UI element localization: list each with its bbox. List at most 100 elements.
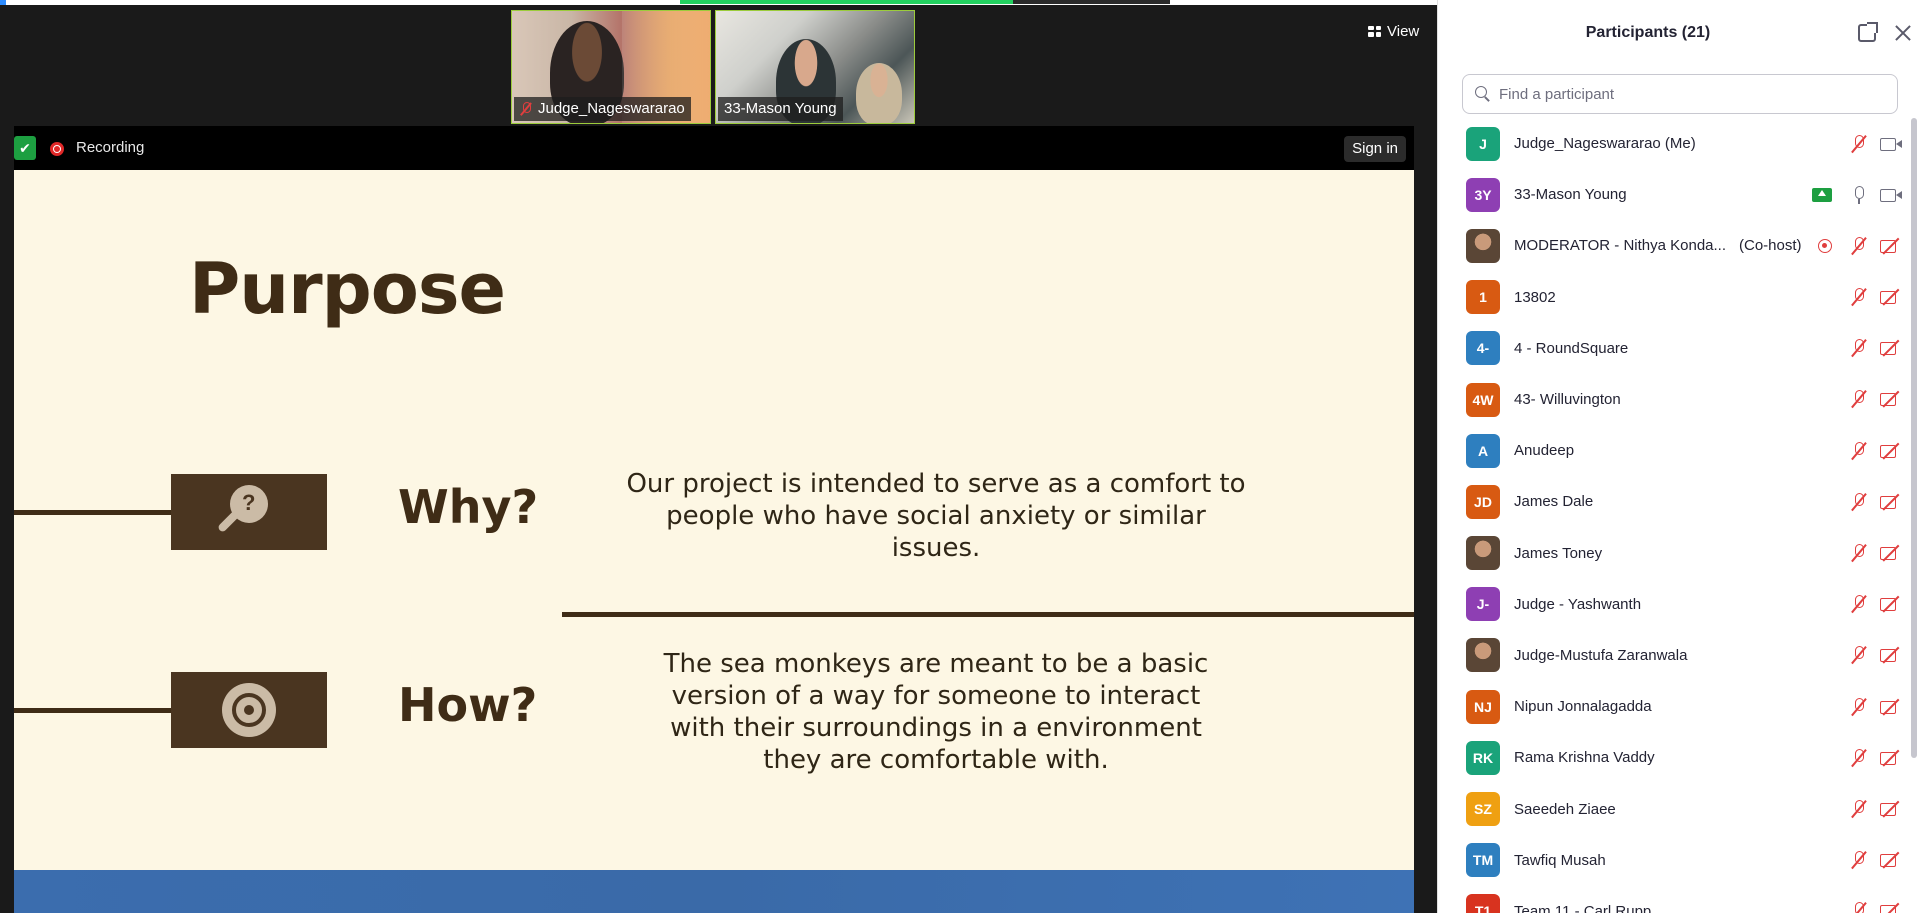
screen-share-icon xyxy=(1812,187,1832,202)
video-icon[interactable] xyxy=(1880,136,1902,152)
video-thumbnail-mason[interactable]: 33-Mason Young xyxy=(715,10,915,124)
video-off-icon[interactable] xyxy=(1880,699,1902,715)
thumbnail-name: Judge_Nageswararao xyxy=(538,100,685,117)
mic-muted-icon[interactable] xyxy=(1850,901,1868,913)
participant-row[interactable]: MODERATOR - Nithya Konda... (Co-host) xyxy=(1438,220,1908,271)
security-shield-icon[interactable]: ✔ xyxy=(14,136,36,160)
participant-status-icons xyxy=(1850,681,1902,732)
participant-name: 4 - RoundSquare xyxy=(1514,339,1629,357)
video-off-icon[interactable] xyxy=(1880,852,1902,868)
magnifier-question-icon xyxy=(216,485,276,539)
avatar: SZ xyxy=(1466,792,1500,827)
participant-row[interactable]: Judge-Mustufa Zaranwala xyxy=(1438,630,1908,681)
view-button[interactable]: View xyxy=(1360,18,1427,44)
avatar xyxy=(1466,638,1500,673)
participant-row[interactable]: 3Y 33-Mason Young xyxy=(1438,169,1908,220)
participant-row[interactable]: J Judge_Nageswararao (Me) xyxy=(1438,118,1908,169)
avatar xyxy=(1466,536,1500,571)
video-thumbnail-judge[interactable]: Judge_Nageswararao xyxy=(511,10,711,124)
participant-row[interactable]: T1 Team 11 - Carl Rupp xyxy=(1438,886,1908,913)
avatar: NJ xyxy=(1466,689,1500,724)
mic-muted-icon[interactable] xyxy=(1850,543,1868,563)
thumbnail-name-tag: 33-Mason Young xyxy=(718,97,843,121)
slide-footer-band xyxy=(14,870,1414,913)
video-off-icon[interactable] xyxy=(1880,494,1902,510)
participant-row[interactable]: TM Tawfiq Musah xyxy=(1438,835,1908,886)
video-off-icon[interactable] xyxy=(1880,647,1902,663)
participant-row[interactable]: RK Rama Krishna Vaddy xyxy=(1438,732,1908,783)
participants-title: Participants (21) xyxy=(1585,24,1711,41)
participant-status-icons xyxy=(1850,476,1902,527)
participant-row[interactable]: 1 13802 xyxy=(1438,272,1908,323)
participant-row[interactable]: SZ Saeedeh Ziaee xyxy=(1438,783,1908,834)
participant-row[interactable]: 4- 4 - RoundSquare xyxy=(1438,323,1908,374)
participant-status-icons xyxy=(1850,579,1902,630)
participant-row[interactable]: A Anudeep xyxy=(1438,425,1908,476)
pop-out-icon[interactable] xyxy=(1858,22,1878,42)
video-off-icon[interactable] xyxy=(1880,545,1902,561)
video-off-icon[interactable] xyxy=(1880,340,1902,356)
mic-muted-icon[interactable] xyxy=(1850,134,1868,154)
recording-icon xyxy=(1818,238,1832,253)
screen-share-progress xyxy=(680,0,1170,4)
participant-name: Tawfiq Musah xyxy=(1514,851,1606,869)
mic-muted-icon[interactable] xyxy=(1850,748,1868,768)
slide-title: Purpose xyxy=(189,248,506,330)
participant-status-icons xyxy=(1850,374,1902,425)
mic-muted-icon[interactable] xyxy=(1850,850,1868,870)
participant-list-scrollbar[interactable] xyxy=(1909,118,1919,913)
thumbnail-name: 33-Mason Young xyxy=(724,100,837,117)
participant-row[interactable]: JD James Dale xyxy=(1438,476,1908,527)
mic-muted-icon[interactable] xyxy=(1850,287,1868,307)
video-off-icon[interactable] xyxy=(1880,750,1902,766)
participant-status-icons xyxy=(1850,835,1902,886)
mic-muted-icon[interactable] xyxy=(1850,389,1868,409)
video-off-icon[interactable] xyxy=(1880,596,1902,612)
scrollbar-thumb[interactable] xyxy=(1911,118,1917,758)
participant-name: Rama Krishna Vaddy xyxy=(1514,749,1655,767)
participant-row[interactable]: J- Judge - Yashwanth xyxy=(1438,579,1908,630)
mic-muted-icon xyxy=(520,102,532,116)
participant-name: James Dale xyxy=(1514,493,1594,511)
mic-muted-icon[interactable] xyxy=(1850,799,1868,819)
how-icon-box xyxy=(171,672,327,748)
participant-status-icons xyxy=(1850,323,1902,374)
avatar: A xyxy=(1466,433,1500,468)
video-icon[interactable] xyxy=(1880,187,1902,203)
participant-status-icons xyxy=(1850,272,1902,323)
participant-row[interactable]: 4W 43- Willuvington xyxy=(1438,374,1908,425)
participant-status-icons xyxy=(1850,118,1902,169)
video-off-icon[interactable] xyxy=(1880,289,1902,305)
participant-row[interactable]: NJ Nipun Jonnalagadda xyxy=(1438,681,1908,732)
meeting-area: Judge_Nageswararao 33-Mason Young View ✔… xyxy=(0,0,1437,913)
mic-muted-icon[interactable] xyxy=(1850,441,1868,461)
how-heading: How? xyxy=(398,678,538,732)
mic-muted-icon[interactable] xyxy=(1850,492,1868,512)
video-off-icon[interactable] xyxy=(1880,238,1902,254)
close-icon[interactable] xyxy=(1894,24,1912,42)
shared-screen: ✔ Recording Sign in Purpose Why? Our pro… xyxy=(14,126,1414,913)
mic-muted-icon[interactable] xyxy=(1850,338,1868,358)
mic-muted-icon[interactable] xyxy=(1850,645,1868,665)
recording-label: Recording xyxy=(76,139,145,156)
mic-icon[interactable] xyxy=(1850,185,1868,205)
avatar xyxy=(1466,228,1500,263)
search-input[interactable] xyxy=(1499,85,1879,103)
participant-status-icons xyxy=(1818,220,1902,271)
mic-muted-icon[interactable] xyxy=(1850,236,1868,256)
avatar: T1 xyxy=(1466,894,1500,913)
participant-status-icons xyxy=(1850,425,1902,476)
avatar: RK xyxy=(1466,740,1500,775)
sign-in-button[interactable]: Sign in xyxy=(1344,136,1406,162)
participant-status-icons xyxy=(1850,886,1902,913)
mic-muted-icon[interactable] xyxy=(1850,697,1868,717)
video-off-icon[interactable] xyxy=(1880,903,1902,913)
video-off-icon[interactable] xyxy=(1880,391,1902,407)
video-off-icon[interactable] xyxy=(1880,801,1902,817)
why-icon-box xyxy=(171,474,327,550)
mic-muted-icon[interactable] xyxy=(1850,594,1868,614)
participant-name: MODERATOR - Nithya Konda... xyxy=(1514,237,1727,255)
video-off-icon[interactable] xyxy=(1880,443,1902,459)
participant-row[interactable]: James Toney xyxy=(1438,528,1908,579)
participant-search[interactable] xyxy=(1462,74,1898,114)
